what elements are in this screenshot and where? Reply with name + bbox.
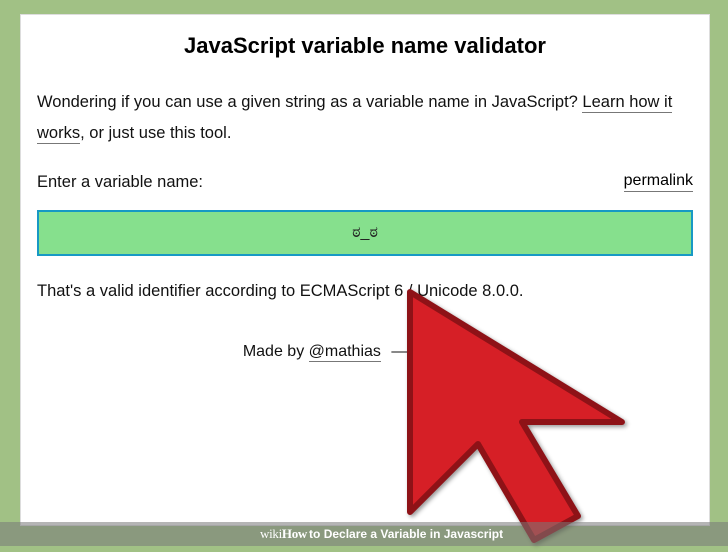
author-link[interactable]: @mathias bbox=[309, 343, 381, 362]
input-row: Enter a variable name: permalink bbox=[37, 172, 693, 192]
intro-text: Wondering if you can use a given string … bbox=[37, 87, 693, 148]
variable-input[interactable] bbox=[37, 210, 693, 256]
cursor-arrow-icon bbox=[390, 272, 690, 552]
page-title: JavaScript variable name validator bbox=[37, 33, 693, 59]
made-by-text: Made by bbox=[243, 343, 309, 360]
input-label: Enter a variable name: bbox=[37, 173, 203, 192]
wiki-logo: wikiHow bbox=[260, 526, 307, 542]
intro-part2: , or just use this tool. bbox=[80, 124, 231, 142]
wiki-attribution-bar: wikiHow to Declare a Variable in Javascr… bbox=[0, 522, 728, 546]
wiki-article-title: to Declare a Variable in Javascript bbox=[309, 527, 503, 541]
intro-part1: Wondering if you can use a given string … bbox=[37, 93, 582, 111]
permalink-link[interactable]: permalink bbox=[624, 172, 693, 192]
